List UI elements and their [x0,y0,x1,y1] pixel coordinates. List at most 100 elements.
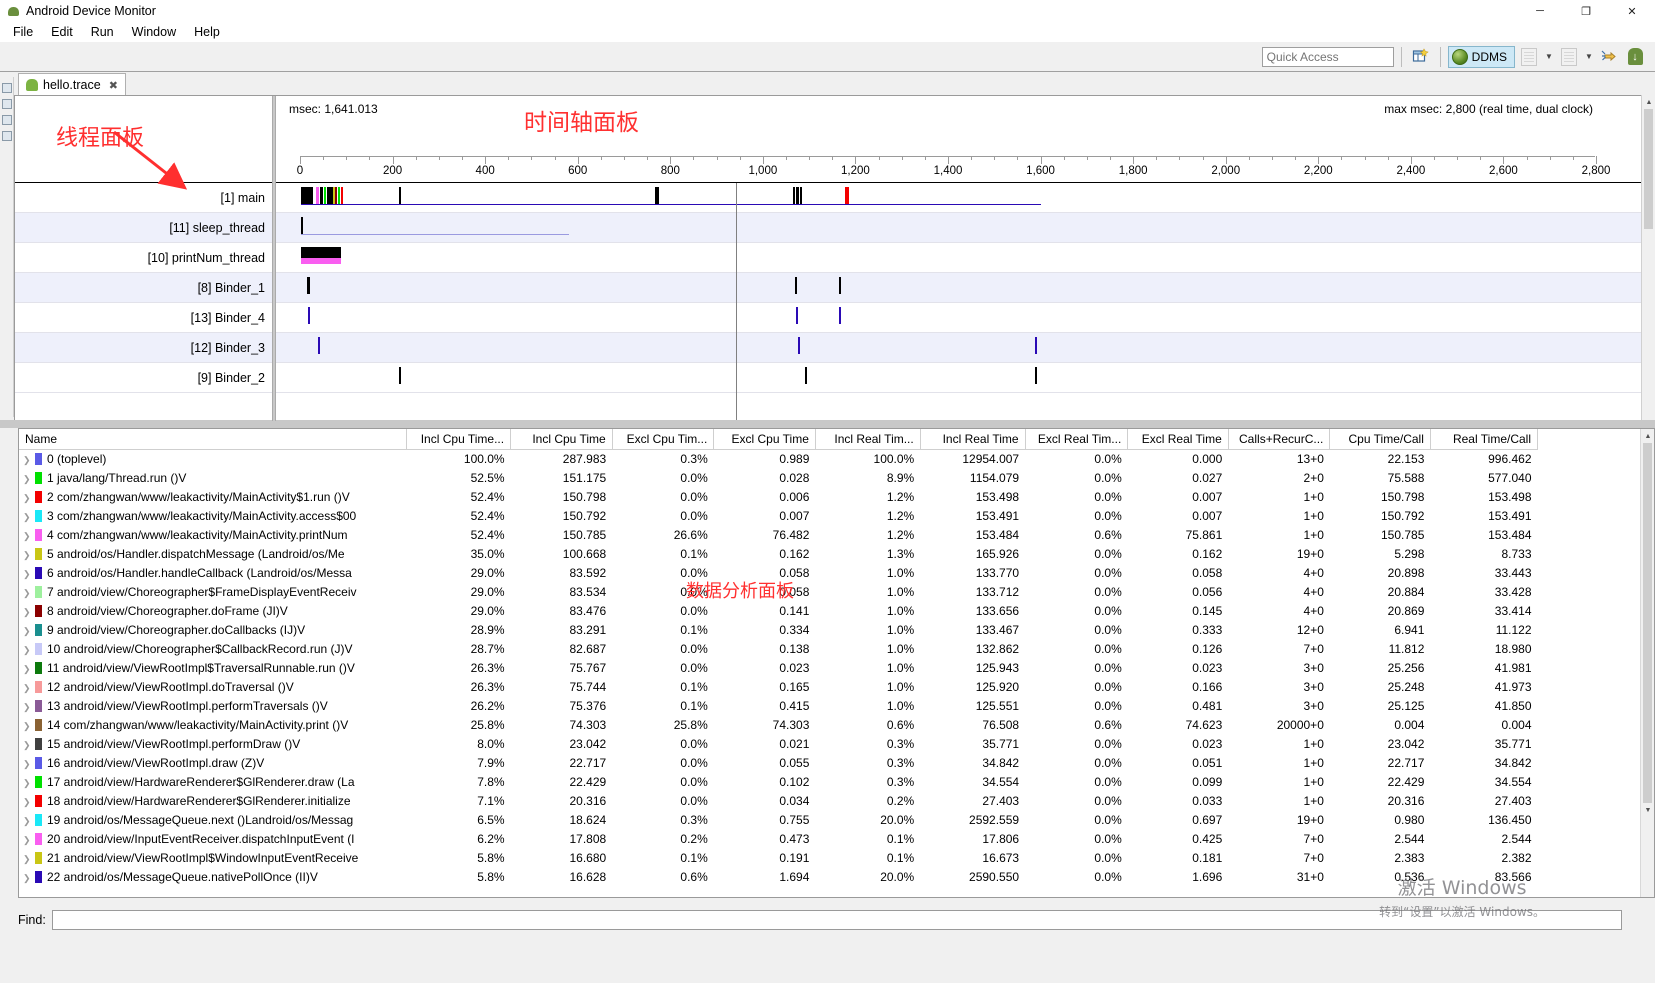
new-perspective-icon[interactable] [1409,46,1433,68]
table-cell-name[interactable]: ❯ 0 (toplevel) [19,449,407,468]
menu-item-run[interactable]: Run [82,24,123,40]
table-cell-name[interactable]: ❯ 9 android/view/Choreographer.doCallback… [19,620,407,639]
table-cell-name[interactable]: ❯ 16 android/view/ViewRootImpl.draw (Z)V [19,753,407,772]
thread-timeline-lane[interactable] [277,183,1655,213]
row-expander-chevron-right-icon[interactable]: ❯ [23,550,31,561]
thread-timeline-splitter[interactable] [272,96,276,421]
import-icon[interactable] [1517,46,1541,68]
row-expander-chevron-right-icon[interactable]: ❯ [23,493,31,504]
thread-timeline-lane[interactable] [277,363,1655,393]
table-column-header[interactable]: Incl Real Tim... [815,429,921,450]
thread-row[interactable]: [10] printNum_thread [15,243,1655,273]
table-row[interactable]: ❯ 18 android/view/HardwareRenderer$GlRend… [19,791,1538,810]
thread-timeline-lane[interactable] [277,333,1655,363]
table-cell-name[interactable]: ❯ 12 android/view/ViewRootImpl.doTraversa… [19,677,407,696]
table-row[interactable]: ❯ 16 android/view/ViewRootImpl.draw (Z)V 7… [19,753,1538,772]
table-column-header[interactable]: Incl Cpu Time [510,429,613,450]
table-cell-name[interactable]: ❯ 2 com/zhangwan/www/leakactivity/MainAct… [19,487,407,506]
thread-row[interactable]: [13] Binder_4 [15,303,1655,333]
table-cell-name[interactable]: ❯ 10 android/view/Choreographer$CallbackR… [19,639,407,658]
table-row[interactable]: ❯ 2 com/zhangwan/www/leakactivity/MainAct… [19,487,1538,506]
thread-timeline-lane[interactable] [277,273,1655,303]
thread-activity-segment[interactable] [399,187,401,204]
table-cell-name[interactable]: ❯ 20 android/view/InputEventReceiver.disp… [19,829,407,848]
thread-activity-segment[interactable] [341,187,343,204]
table-cell-name[interactable]: ❯ 6 android/os/Handler.handleCallback (La… [19,563,407,582]
rail-view-icon-4[interactable] [2,131,12,141]
table-cell-name[interactable]: ❯ 11 android/view/ViewRootImpl$TraversalR… [19,658,407,677]
table-cell-name[interactable]: ❯ 17 android/view/HardwareRenderer$GlRend… [19,772,407,791]
table-cell-name[interactable]: ❯ 1 java/lang/Thread.run ()V [19,468,407,487]
table-row[interactable]: ❯ 10 android/view/Choreographer$CallbackR… [19,639,1538,658]
thread-activity-segment[interactable] [845,187,849,204]
row-expander-chevron-right-icon[interactable]: ❯ [23,645,31,656]
thread-activity-segment[interactable] [1035,337,1037,354]
row-expander-chevron-right-icon[interactable]: ❯ [23,721,31,732]
table-column-header[interactable]: Incl Cpu Time... [406,429,512,450]
row-expander-chevron-right-icon[interactable]: ❯ [23,759,31,770]
table-row[interactable]: ❯ 0 (toplevel) 100.0% 287.983 0.3% 0.989 100.0… [19,449,1538,468]
thread-activity-segment[interactable] [839,307,841,324]
table-row[interactable]: ❯ 14 com/zhangwan/www/leakactivity/MainAc… [19,715,1538,734]
table-row[interactable]: ❯ 22 android/os/MessageQueue.nativePollOn… [19,867,1538,886]
thread-timeline-lane[interactable] [277,303,1655,333]
row-expander-chevron-right-icon[interactable]: ❯ [23,854,31,865]
export-dropdown-chevron-down-icon[interactable]: ▼ [1583,46,1595,68]
table-column-header[interactable]: Excl Real Tim... [1025,429,1129,450]
thread-activity-segment[interactable] [335,187,337,204]
ddms-perspective-button[interactable]: DDMS [1447,45,1515,68]
thread-timeline-lane[interactable] [277,243,1655,273]
row-expander-chevron-right-icon[interactable]: ❯ [23,702,31,713]
tracer-hand-icon[interactable] [1597,46,1621,68]
row-expander-chevron-right-icon[interactable]: ❯ [23,569,31,580]
thread-row[interactable]: [8] Binder_1 [15,273,1655,303]
thread-activity-segment[interactable] [796,307,798,324]
minimize-button[interactable]: ─ [1517,0,1563,22]
thread-activity-segment[interactable] [805,367,807,384]
table-cell-name[interactable]: ❯ 4 com/zhangwan/www/leakactivity/MainAct… [19,525,407,544]
row-expander-chevron-right-icon[interactable]: ❯ [23,797,31,808]
thread-activity-segment[interactable] [1035,367,1037,384]
thread-row[interactable]: [9] Binder_2 [15,363,1655,393]
table-row[interactable]: ❯ 3 com/zhangwan/www/leakactivity/MainAct… [19,506,1538,525]
table-row[interactable]: ❯ 11 android/view/ViewRootImpl$TraversalR… [19,658,1538,677]
thread-activity-segment[interactable] [800,187,802,204]
import-dropdown-chevron-down-icon[interactable]: ▼ [1543,46,1555,68]
table-column-header[interactable]: Excl Real Time [1127,429,1229,450]
row-expander-chevron-right-icon[interactable]: ❯ [23,626,31,637]
thread-activity-segment[interactable] [655,187,659,204]
row-expander-chevron-right-icon[interactable]: ❯ [23,816,31,827]
row-expander-chevron-right-icon[interactable]: ❯ [23,474,31,485]
maximize-button[interactable]: ❐ [1563,0,1609,22]
find-input[interactable] [51,910,1622,930]
thread-activity-segment[interactable] [399,367,401,384]
row-expander-chevron-right-icon[interactable]: ❯ [23,778,31,789]
table-row[interactable]: ❯ 17 android/view/HardwareRenderer$GlRend… [19,772,1538,791]
scrollbar-thumb[interactable] [1644,109,1653,229]
table-row[interactable]: ❯ 21 android/view/ViewRootImpl$WindowInpu… [19,848,1538,867]
sdk-download-icon[interactable] [1623,46,1647,68]
thread-activity-segment[interactable] [796,187,799,204]
row-expander-chevron-right-icon[interactable]: ❯ [23,740,31,751]
table-row[interactable]: ❯ 8 android/view/Choreographer.doFrame (J… [19,601,1538,620]
scroll-up-icon[interactable]: ▲ [1642,95,1655,109]
close-button[interactable]: ✕ [1609,0,1655,22]
thread-activity-segment[interactable] [793,187,795,204]
timeline-ruler[interactable]: 0 200 400 600 800 1,000 1,200 1,400 1,600 1,800 2,… [276,156,1655,183]
thread-activity-segment[interactable] [301,217,303,234]
quick-access-input[interactable] [1261,46,1394,67]
thread-activity-segment[interactable] [320,187,323,204]
table-cell-name[interactable]: ❯ 5 android/os/Handler.dispatchMessage (L… [19,544,407,563]
menu-item-edit[interactable]: Edit [42,24,82,40]
thread-row[interactable]: [12] Binder_3 [15,333,1655,363]
row-expander-chevron-right-icon[interactable]: ❯ [23,588,31,599]
table-row[interactable]: ❯ 19 android/os/MessageQueue.next ()Landr… [19,810,1538,829]
table-row[interactable]: ❯ 13 android/view/ViewRootImpl.performTra… [19,696,1538,715]
table-cell-name[interactable]: ❯ 21 android/view/ViewRootImpl$WindowInpu… [19,848,407,867]
table-vertical-scrollbar[interactable]: ▲ ▼ [1640,429,1654,897]
table-row[interactable]: ❯ 12 android/view/ViewRootImpl.doTraversa… [19,677,1538,696]
thread-timeline-lane[interactable] [277,213,1655,243]
table-column-header[interactable]: Calls+RecurC... [1228,429,1331,450]
row-expander-chevron-right-icon[interactable]: ❯ [23,531,31,542]
thread-activity-segment[interactable] [316,187,319,204]
